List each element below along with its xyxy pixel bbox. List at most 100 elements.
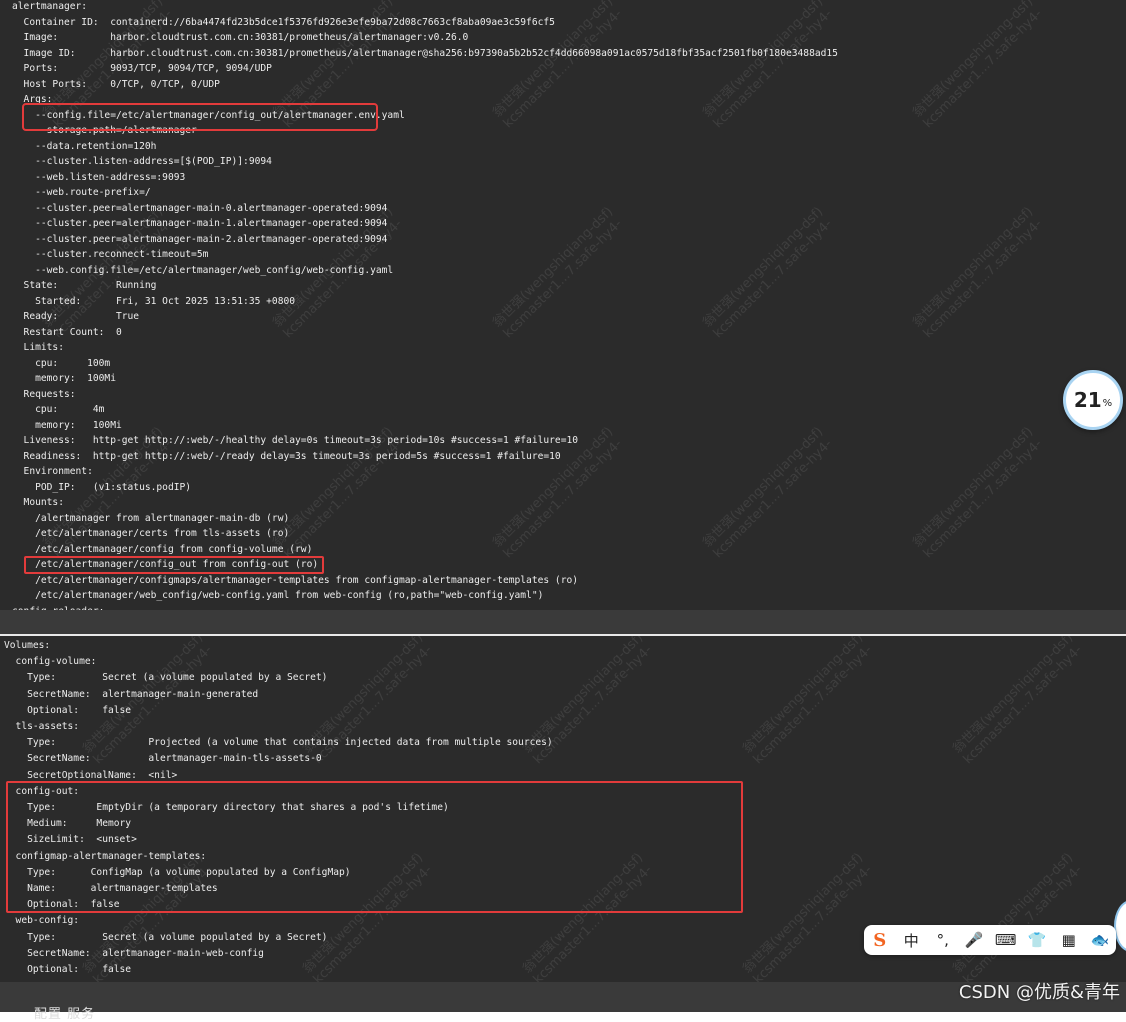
zoom-percent-badge[interactable]: 21 % <box>1063 370 1123 430</box>
terminal-line: /etc/alertmanager/certs from tls-assets … <box>12 528 290 539</box>
terminal-line: Medium: Memory <box>4 818 132 830</box>
terminal-line: Name: alertmanager-templates <box>4 883 218 894</box>
ime-toolbar: S 中 °, 🎤 ⌨ 👕 ▦ 🐟 <box>864 925 1116 955</box>
watermark-line-1: 翁世强(wengshiqiang-dsf) <box>910 0 1037 121</box>
terminal-line: State: Running <box>12 280 157 291</box>
terminal-line: --cluster.reconnect-timeout=5m <box>12 249 209 260</box>
terminal-line: SecretName: alertmanager-main-generated <box>4 688 259 700</box>
terminal-line: Image ID: harbor.cloudtrust.com.cn:30381… <box>12 47 838 59</box>
terminal-line: Type: ConfigMap (a volume populated by a… <box>4 866 351 878</box>
keyboard-icon[interactable]: ⌨ <box>993 927 1019 953</box>
user-watermark: 翁世强(wengshiqiang-dsf) kcsmaster1...7.safe… <box>950 636 1087 767</box>
watermark-line-1: 翁世强(wengshiqiang-dsf) <box>950 850 1077 977</box>
watermark-line-2: kcsmaster1...7.safe-hy4- <box>530 862 656 982</box>
watermark-line-2: kcsmaster1...7.safe-hy4- <box>500 216 626 342</box>
terminal-pane-top: alertmanager: Container ID: containerd:/… <box>0 0 1126 610</box>
terminal-line: SecretName: alertmanager-main-web-config <box>4 947 264 959</box>
terminal-line: Requests: <box>12 388 76 400</box>
user-watermark: 翁世强(wengshiqiang-dsf) kcsmaster1...7.safe… <box>950 850 1087 982</box>
terminal-line: Environment: <box>12 466 93 477</box>
watermark-line-1: 翁世强(wengshiqiang-dsf) <box>910 424 1037 551</box>
watermark-line-1: 翁世强(wengshiqiang-dsf) <box>490 204 617 331</box>
punctuation-toggle[interactable]: °, <box>930 927 956 953</box>
terminal-line: Limits: <box>12 342 64 353</box>
terminal-line: SizeLimit: <unset> <box>4 834 137 846</box>
terminal-line: Type: Projected (a volume that contains … <box>4 737 553 749</box>
watermark-line-2: kcsmaster1...7.safe-hy4- <box>920 216 1046 342</box>
terminal-line: Started: Fri, 31 Oct 2025 13:51:35 +0800 <box>12 295 296 307</box>
terminal-line: --web.listen-address=:9093 <box>12 171 186 183</box>
terminal-line: Type: EmptyDir (a temporary directory th… <box>4 802 449 813</box>
watermark-line-1: 翁世强(wengshiqiang-dsf) <box>520 850 647 977</box>
zoom-unit: % <box>1102 397 1113 409</box>
terminal-line: web-config: <box>4 915 80 927</box>
terminal-line: configmap-alertmanager-templates: <box>4 850 207 862</box>
cropped-caption-text: 配置 服务 <box>34 1007 96 1022</box>
terminal-line: cpu: 100m <box>12 357 111 369</box>
terminal-line: --data.retention=120h <box>12 140 157 152</box>
toolbox-grid-icon[interactable]: ▦ <box>1056 927 1082 953</box>
user-watermark: 翁世强(wengshiqiang-dsf) kcsmaster1...7.safe… <box>700 204 837 341</box>
terminal-line: Ports: 9093/TCP, 9094/TCP, 9094/UDP <box>12 63 272 74</box>
terminal-line: --web.route-prefix=/ <box>12 187 151 198</box>
watermark-line-1: 翁世强(wengshiqiang-dsf) <box>950 636 1077 757</box>
user-watermark: 翁世强(wengshiqiang-dsf) kcsmaster1...7.safe… <box>910 424 1047 561</box>
watermark-line-2: kcsmaster1...7.safe-hy4- <box>710 436 836 562</box>
terminal-line: /alertmanager from alertmanager-main-db … <box>12 512 290 524</box>
csdn-watermark: CSDN @优质&青年 <box>958 982 1120 1003</box>
terminal-line: Optional: false <box>4 899 120 911</box>
watermark-line-2: kcsmaster1...7.safe-hy4- <box>920 436 1046 562</box>
terminal-line: config-out: <box>4 785 80 797</box>
sogou-logo-icon[interactable]: S <box>867 927 893 953</box>
watermark-line-2: kcsmaster1...7.safe-hy4- <box>960 862 1086 982</box>
terminal-line: Args: <box>12 94 53 105</box>
microphone-icon[interactable]: 🎤 <box>961 927 987 953</box>
user-watermark: 翁世强(wengshiqiang-dsf) kcsmaster1...7.safe… <box>740 636 877 767</box>
terminal-line: /etc/alertmanager/config from config-vol… <box>12 543 313 555</box>
chinese-mode-toggle[interactable]: 中 <box>898 927 924 953</box>
terminal-line: Ready: True <box>12 311 140 322</box>
terminal-line: /etc/alertmanager/config_out from config… <box>12 559 319 570</box>
user-watermark: 翁世强(wengshiqiang-dsf) kcsmaster1...7.safe… <box>490 204 627 341</box>
terminal-line: Host Ports: 0/TCP, 0/TCP, 0/UDP <box>12 78 220 90</box>
terminal-line: Restart Count: 0 <box>12 326 122 338</box>
watermark-line-2: kcsmaster1...7.safe-hy4- <box>920 6 1046 132</box>
terminal-line: Mounts: <box>12 497 64 508</box>
terminal-line: --cluster.peer=alertmanager-main-0.alert… <box>12 202 388 214</box>
terminal-line: Container ID: containerd://6ba4474fd23b5… <box>12 16 555 28</box>
user-watermark: 翁世强(wengshiqiang-dsf) kcsmaster1...7.safe… <box>520 850 657 982</box>
user-watermark: 翁世强(wengshiqiang-dsf) kcsmaster1...7.safe… <box>910 0 1047 131</box>
terminal-line: memory: 100Mi <box>12 373 116 384</box>
watermark-line-2: kcsmaster1...7.safe-hy4- <box>750 642 876 768</box>
watermark-line-2: kcsmaster1...7.safe-hy4- <box>710 6 836 132</box>
watermark-line-2: kcsmaster1...7.safe-hy4- <box>750 862 876 982</box>
terminal-line: alertmanager: <box>12 1 88 12</box>
terminal-line: Volumes: <box>4 640 51 651</box>
user-watermark: 翁世强(wengshiqiang-dsf) kcsmaster1...7.safe… <box>700 0 837 131</box>
more-icon[interactable]: 🐟 <box>1087 927 1113 953</box>
terminal-line: --cluster.peer=alertmanager-main-2.alert… <box>12 233 388 245</box>
skin-icon[interactable]: 👕 <box>1024 927 1050 953</box>
terminal-line: Readiness: http-get http://:web/-/ready … <box>12 450 561 462</box>
terminal-line: Type: Secret (a volume populated by a Se… <box>4 672 328 684</box>
terminal-line: Optional: false <box>4 704 132 716</box>
user-watermark: 翁世强(wengshiqiang-dsf) kcsmaster1...7.safe… <box>700 424 837 561</box>
terminal-line: Image: harbor.cloudtrust.com.cn:30381/pr… <box>12 32 469 43</box>
terminal-line: Optional: false <box>4 964 132 975</box>
terminal-line: --web.config.file=/etc/alertmanager/web_… <box>12 264 394 276</box>
terminal-line: Liveness: http-get http://:web/-/healthy… <box>12 435 579 446</box>
terminal-line: --storage.path=/alertmanager <box>12 125 197 136</box>
watermark-line-1: 翁世强(wengshiqiang-dsf) <box>700 424 827 551</box>
terminal-line: POD_IP: (v1:status.podIP) <box>12 481 192 493</box>
user-watermark: 翁世强(wengshiqiang-dsf) kcsmaster1...7.safe… <box>740 850 877 982</box>
watermark-line-1: 翁世强(wengshiqiang-dsf) <box>740 850 867 977</box>
terminal-line: --config.file=/etc/alertmanager/config_o… <box>12 109 405 121</box>
terminal-line: --cluster.peer=alertmanager-main-1.alert… <box>12 218 388 229</box>
watermark-line-2: kcsmaster1...7.safe-hy4- <box>710 216 836 342</box>
watermark-line-1: 翁世强(wengshiqiang-dsf) <box>910 204 1037 331</box>
terminal-line: cpu: 4m <box>12 404 105 415</box>
bottom-strip <box>0 982 1126 1012</box>
watermark-line-1: 翁世强(wengshiqiang-dsf) <box>700 204 827 331</box>
terminal-line: Type: Secret (a volume populated by a Se… <box>4 931 328 943</box>
pane-divider <box>0 610 1126 634</box>
